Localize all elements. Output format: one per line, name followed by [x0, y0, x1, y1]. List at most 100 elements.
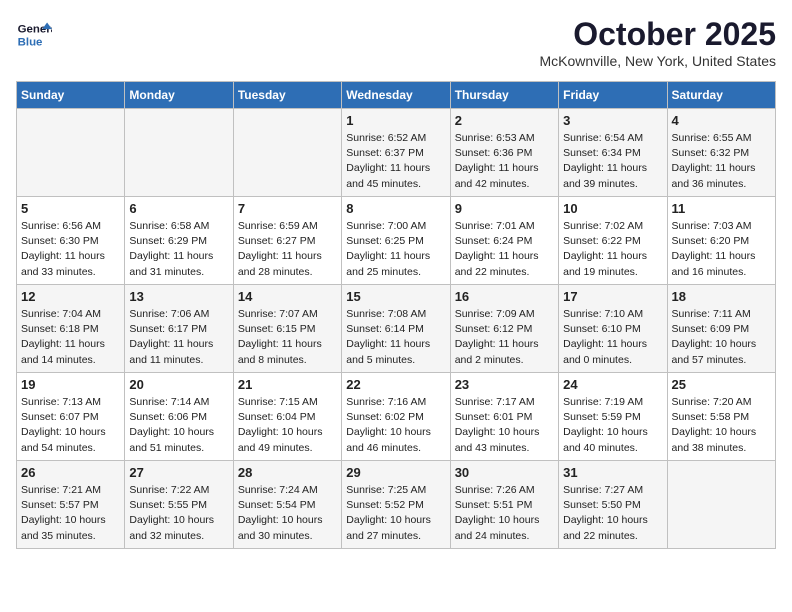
day-info: Sunrise: 7:03 AMSunset: 6:20 PMDaylight:… — [672, 219, 771, 280]
day-number: 22 — [346, 377, 445, 392]
day-number: 1 — [346, 113, 445, 128]
day-info: Sunrise: 7:04 AMSunset: 6:18 PMDaylight:… — [21, 307, 120, 368]
calendar-cell: 25 Sunrise: 7:20 AMSunset: 5:58 PMDayligh… — [667, 373, 775, 461]
weekday-header-thursday: Thursday — [450, 82, 558, 109]
day-number: 3 — [563, 113, 662, 128]
calendar-week-row: 12 Sunrise: 7:04 AMSunset: 6:18 PMDayligh… — [17, 285, 776, 373]
day-info: Sunrise: 7:08 AMSunset: 6:14 PMDaylight:… — [346, 307, 445, 368]
calendar-cell: 11 Sunrise: 7:03 AMSunset: 6:20 PMDayligh… — [667, 197, 775, 285]
calendar-cell: 9Sunrise: 7:01 AMSunset: 6:24 PMDaylight… — [450, 197, 558, 285]
day-number: 7 — [238, 201, 337, 216]
calendar-table: SundayMondayTuesdayWednesdayThursdayFrid… — [16, 81, 776, 549]
calendar-cell: 27Sunrise: 7:22 AMSunset: 5:55 PMDayligh… — [125, 461, 233, 549]
day-info: Sunrise: 7:02 AMSunset: 6:22 PMDaylight:… — [563, 219, 662, 280]
day-info: Sunrise: 7:13 AMSunset: 6:07 PMDaylight:… — [21, 395, 120, 456]
day-info: Sunrise: 6:56 AMSunset: 6:30 PMDaylight:… — [21, 219, 120, 280]
day-number: 2 — [455, 113, 554, 128]
calendar-header: SundayMondayTuesdayWednesdayThursdayFrid… — [17, 82, 776, 109]
calendar-week-row: 19 Sunrise: 7:13 AMSunset: 6:07 PMDayligh… — [17, 373, 776, 461]
day-info: Sunrise: 7:11 AMSunset: 6:09 PMDaylight:… — [672, 307, 771, 368]
calendar-cell: 20 Sunrise: 7:14 AMSunset: 6:06 PMDayligh… — [125, 373, 233, 461]
calendar-cell: 12 Sunrise: 7:04 AMSunset: 6:18 PMDayligh… — [17, 285, 125, 373]
page-header: General Blue October 2025 McKownville, N… — [16, 16, 776, 69]
day-number: 31 — [563, 465, 662, 480]
calendar-cell: 15 Sunrise: 7:08 AMSunset: 6:14 PMDayligh… — [342, 285, 450, 373]
weekday-header-monday: Monday — [125, 82, 233, 109]
day-number: 12 — [21, 289, 120, 304]
calendar-cell: 6Sunrise: 6:58 AMSunset: 6:29 PMDaylight… — [125, 197, 233, 285]
day-number: 19 — [21, 377, 120, 392]
weekday-header-friday: Friday — [559, 82, 667, 109]
calendar-cell: 26 Sunrise: 7:21 AMSunset: 5:57 PMDayligh… — [17, 461, 125, 549]
calendar-cell — [125, 109, 233, 197]
day-number: 14 — [238, 289, 337, 304]
svg-text:Blue: Blue — [18, 36, 43, 48]
day-number: 29 — [346, 465, 445, 480]
calendar-cell: 7Sunrise: 6:59 AMSunset: 6:27 PMDaylight… — [233, 197, 341, 285]
weekday-header-saturday: Saturday — [667, 82, 775, 109]
day-info: Sunrise: 7:14 AMSunset: 6:06 PMDaylight:… — [129, 395, 228, 456]
day-info: Sunrise: 7:25 AMSunset: 5:52 PMDaylight:… — [346, 483, 445, 544]
calendar-cell: 21Sunrise: 7:15 AMSunset: 6:04 PMDayligh… — [233, 373, 341, 461]
day-info: Sunrise: 7:17 AMSunset: 6:01 PMDaylight:… — [455, 395, 554, 456]
day-info: Sunrise: 7:09 AMSunset: 6:12 PMDaylight:… — [455, 307, 554, 368]
calendar-cell: 18 Sunrise: 7:11 AMSunset: 6:09 PMDayligh… — [667, 285, 775, 373]
title-area: October 2025 McKownville, New York, Unit… — [539, 16, 776, 69]
calendar-cell: 14 Sunrise: 7:07 AMSunset: 6:15 PMDayligh… — [233, 285, 341, 373]
calendar-cell: 29 Sunrise: 7:25 AMSunset: 5:52 PMDayligh… — [342, 461, 450, 549]
day-info: Sunrise: 6:58 AMSunset: 6:29 PMDaylight:… — [129, 219, 228, 280]
day-info: Sunrise: 7:07 AMSunset: 6:15 PMDaylight:… — [238, 307, 337, 368]
calendar-cell: 24Sunrise: 7:19 AMSunset: 5:59 PMDayligh… — [559, 373, 667, 461]
day-number: 4 — [672, 113, 771, 128]
day-number: 24 — [563, 377, 662, 392]
calendar-cell: 4 Sunrise: 6:55 AMSunset: 6:32 PMDaylight… — [667, 109, 775, 197]
day-info: Sunrise: 7:22 AMSunset: 5:55 PMDaylight:… — [129, 483, 228, 544]
day-info: Sunrise: 7:10 AMSunset: 6:10 PMDaylight:… — [563, 307, 662, 368]
day-info: Sunrise: 7:24 AMSunset: 5:54 PMDaylight:… — [238, 483, 337, 544]
day-info: Sunrise: 7:27 AMSunset: 5:50 PMDaylight:… — [563, 483, 662, 544]
calendar-cell: 16Sunrise: 7:09 AMSunset: 6:12 PMDayligh… — [450, 285, 558, 373]
day-number: 25 — [672, 377, 771, 392]
weekday-header-wednesday: Wednesday — [342, 82, 450, 109]
calendar-cell: 5 Sunrise: 6:56 AMSunset: 6:30 PMDaylight… — [17, 197, 125, 285]
calendar-cell: 28 Sunrise: 7:24 AMSunset: 5:54 PMDayligh… — [233, 461, 341, 549]
calendar-body: 1Sunrise: 6:52 AMSunset: 6:37 PMDaylight… — [17, 109, 776, 549]
logo: General Blue — [16, 16, 52, 52]
location-label: McKownville, New York, United States — [539, 53, 776, 69]
calendar-cell: 22Sunrise: 7:16 AMSunset: 6:02 PMDayligh… — [342, 373, 450, 461]
day-info: Sunrise: 7:06 AMSunset: 6:17 PMDaylight:… — [129, 307, 228, 368]
month-title: October 2025 — [539, 16, 776, 53]
day-number: 9 — [455, 201, 554, 216]
calendar-week-row: 1Sunrise: 6:52 AMSunset: 6:37 PMDaylight… — [17, 109, 776, 197]
calendar-cell — [233, 109, 341, 197]
day-info: Sunrise: 6:55 AMSunset: 6:32 PMDaylight:… — [672, 131, 771, 192]
calendar-cell: 1Sunrise: 6:52 AMSunset: 6:37 PMDaylight… — [342, 109, 450, 197]
day-number: 5 — [21, 201, 120, 216]
calendar-week-row: 26 Sunrise: 7:21 AMSunset: 5:57 PMDayligh… — [17, 461, 776, 549]
day-number: 20 — [129, 377, 228, 392]
calendar-cell: 19 Sunrise: 7:13 AMSunset: 6:07 PMDayligh… — [17, 373, 125, 461]
calendar-cell: 13Sunrise: 7:06 AMSunset: 6:17 PMDayligh… — [125, 285, 233, 373]
calendar-cell: 8 Sunrise: 7:00 AMSunset: 6:25 PMDaylight… — [342, 197, 450, 285]
day-number: 8 — [346, 201, 445, 216]
day-number: 15 — [346, 289, 445, 304]
day-number: 18 — [672, 289, 771, 304]
day-number: 10 — [563, 201, 662, 216]
day-info: Sunrise: 7:21 AMSunset: 5:57 PMDaylight:… — [21, 483, 120, 544]
day-info: Sunrise: 7:15 AMSunset: 6:04 PMDaylight:… — [238, 395, 337, 456]
calendar-cell: 23Sunrise: 7:17 AMSunset: 6:01 PMDayligh… — [450, 373, 558, 461]
day-info: Sunrise: 7:00 AMSunset: 6:25 PMDaylight:… — [346, 219, 445, 280]
weekday-header-row: SundayMondayTuesdayWednesdayThursdayFrid… — [17, 82, 776, 109]
calendar-cell — [667, 461, 775, 549]
day-number: 26 — [21, 465, 120, 480]
weekday-header-sunday: Sunday — [17, 82, 125, 109]
day-number: 11 — [672, 201, 771, 216]
calendar-cell: 31 Sunrise: 7:27 AMSunset: 5:50 PMDayligh… — [559, 461, 667, 549]
calendar-cell — [17, 109, 125, 197]
calendar-cell: 3Sunrise: 6:54 AMSunset: 6:34 PMDaylight… — [559, 109, 667, 197]
day-info: Sunrise: 7:20 AMSunset: 5:58 PMDaylight:… — [672, 395, 771, 456]
calendar-cell: 30Sunrise: 7:26 AMSunset: 5:51 PMDayligh… — [450, 461, 558, 549]
calendar-cell: 2 Sunrise: 6:53 AMSunset: 6:36 PMDaylight… — [450, 109, 558, 197]
day-info: Sunrise: 6:53 AMSunset: 6:36 PMDaylight:… — [455, 131, 554, 192]
day-number: 28 — [238, 465, 337, 480]
